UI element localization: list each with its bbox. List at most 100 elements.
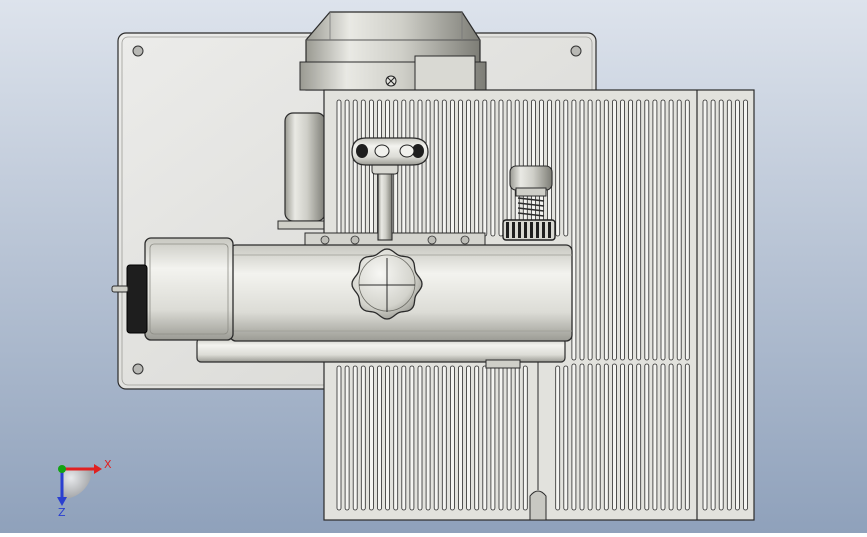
table-slot: [563, 365, 569, 511]
table-slot: [352, 365, 358, 511]
table-slot: [652, 99, 658, 361]
table-slot: [506, 99, 512, 237]
table-slot: [344, 99, 350, 237]
table-slot: [676, 363, 682, 511]
table-slot: [620, 363, 625, 511]
blade-slot: [529, 490, 547, 521]
mounting-hole: [132, 363, 144, 375]
table-slot: [612, 363, 617, 511]
table-slot: [498, 365, 504, 511]
table-slot: [735, 99, 740, 511]
axis-x-label: X: [104, 458, 112, 471]
table-slot: [595, 99, 601, 361]
table-slot: [555, 99, 561, 237]
table-slot: [490, 365, 496, 511]
table-slot: [449, 365, 455, 511]
table-slot: [409, 99, 415, 237]
nut-tooth: [536, 222, 539, 238]
table-slot: [401, 365, 407, 511]
table-slot: [449, 99, 455, 237]
table-slot: [644, 363, 650, 511]
table-slot: [636, 99, 642, 361]
table-slot: [385, 365, 391, 511]
table-slot: [595, 363, 601, 511]
table-slot: [482, 99, 488, 237]
table-slot: [676, 99, 682, 361]
table-slot: [587, 99, 593, 361]
table-slot: [660, 99, 666, 361]
table-slot: [417, 365, 423, 511]
table-slot: [352, 99, 358, 237]
cad-drawing: X Z: [0, 0, 867, 533]
table-slot: [684, 99, 690, 361]
table-slot: [393, 365, 399, 511]
nut-tooth: [524, 222, 527, 238]
table-slot: [433, 365, 439, 511]
table-slot: [433, 99, 439, 237]
table-slot: [668, 363, 674, 511]
table-slot: [506, 365, 512, 511]
table-slot: [636, 363, 642, 511]
axis-z-label: Z: [58, 506, 66, 519]
bolt: [427, 235, 437, 245]
table-slot: [668, 99, 674, 361]
motor-housing[interactable]: [299, 11, 487, 91]
table-slot: [522, 365, 528, 511]
capacitor[interactable]: [277, 112, 329, 230]
nut-tooth: [548, 222, 551, 238]
table-slot: [514, 365, 520, 511]
table-slot: [743, 99, 748, 511]
table-slot: [336, 365, 342, 511]
table-slot: [498, 99, 504, 237]
table-slot: [336, 99, 342, 237]
end-cap-black-ring: [126, 264, 148, 334]
table-slot: [660, 363, 666, 511]
table-slot: [401, 99, 407, 237]
cad-viewport[interactable]: X Z: [0, 0, 867, 533]
table-slot: [441, 99, 447, 237]
table-slot: [726, 99, 732, 511]
handwheel-knob[interactable]: [351, 248, 423, 320]
table-slot: [417, 99, 423, 237]
table-slot: [466, 365, 472, 511]
table-slot: [409, 365, 415, 511]
table-slot: [368, 365, 374, 511]
table-slot: [466, 99, 472, 237]
nut-tooth: [518, 222, 521, 238]
black-nut: [502, 219, 556, 241]
table-slot: [718, 99, 724, 511]
table-slot: [458, 365, 463, 511]
table-slot: [458, 99, 463, 237]
table-slot: [702, 99, 708, 511]
table-slot: [563, 99, 569, 237]
table-slot: [555, 365, 561, 511]
bolt: [460, 235, 470, 245]
table-slot: [571, 363, 577, 511]
table-slot: [360, 99, 366, 237]
table-slot: [628, 99, 633, 361]
table-slot: [652, 363, 658, 511]
table-slot: [474, 99, 480, 237]
table-slot: [441, 365, 447, 511]
mounting-hole: [570, 45, 582, 57]
table-slot: [482, 365, 488, 511]
table-slot: [628, 363, 633, 511]
table-slot: [710, 99, 716, 511]
table-slot: [425, 99, 431, 237]
nut-tooth: [506, 222, 509, 238]
table-slot: [612, 99, 617, 361]
table-slot: [644, 99, 650, 361]
table-slot: [579, 99, 585, 361]
bolt: [320, 235, 330, 245]
table-slot: [603, 99, 609, 361]
table-slot: [474, 365, 480, 511]
table-slot: [344, 365, 350, 511]
handle-grip: [356, 144, 368, 158]
nut-tooth: [512, 222, 515, 238]
table-slot: [377, 365, 382, 511]
bolt: [350, 235, 360, 245]
nut-tooth: [530, 222, 533, 238]
table-slot: [684, 363, 690, 511]
mounting-hole: [132, 45, 144, 57]
table-slot: [360, 365, 366, 511]
